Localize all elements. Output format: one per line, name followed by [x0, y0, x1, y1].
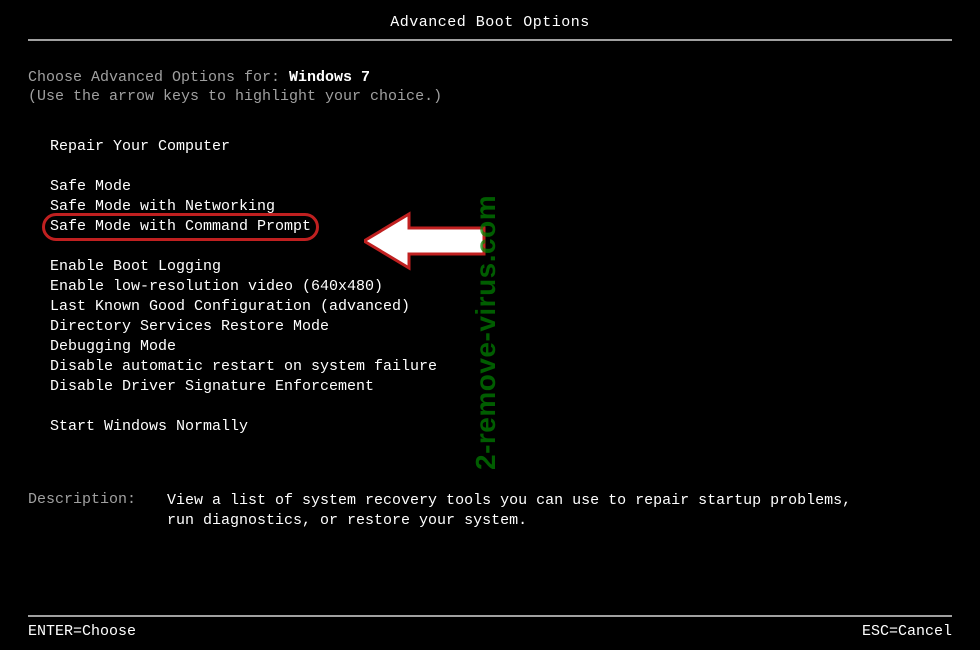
menu-item-start-normally[interactable]: Start Windows Normally: [50, 417, 952, 437]
choose-prefix: Choose Advanced Options for:: [28, 69, 289, 86]
page-title: Advanced Boot Options: [0, 0, 980, 39]
choose-line: Choose Advanced Options for: Windows 7: [28, 69, 952, 86]
menu-item-disable-auto-restart[interactable]: Disable automatic restart on system fail…: [50, 357, 952, 377]
description-block: Description: View a list of system recov…: [0, 463, 980, 531]
footer: ENTER=Choose ESC=Cancel: [0, 615, 980, 650]
menu-item-highlighted-wrap: Safe Mode with Command Prompt: [50, 217, 311, 237]
footer-esc-hint: ESC=Cancel: [862, 623, 952, 640]
menu-item-low-res[interactable]: Enable low-resolution video (640x480): [50, 277, 952, 297]
menu-item-safe-mode-cmd[interactable]: Safe Mode with Command Prompt: [50, 217, 311, 237]
hint-line: (Use the arrow keys to highlight your ch…: [28, 88, 952, 105]
menu-item-safe-mode[interactable]: Safe Mode: [50, 177, 952, 197]
content-area: Choose Advanced Options for: Windows 7 (…: [0, 41, 980, 437]
os-name: Windows 7: [289, 69, 370, 86]
menu-item-repair[interactable]: Repair Your Computer: [50, 137, 952, 157]
description-label: Description:: [28, 491, 158, 508]
menu-item-debugging[interactable]: Debugging Mode: [50, 337, 952, 357]
menu-item-safe-mode-networking[interactable]: Safe Mode with Networking: [50, 197, 952, 217]
menu-item-disable-driver-sig[interactable]: Disable Driver Signature Enforcement: [50, 377, 952, 397]
menu-item-last-known-good[interactable]: Last Known Good Configuration (advanced): [50, 297, 952, 317]
description-text: View a list of system recovery tools you…: [167, 491, 867, 531]
menu-group: Repair Your Computer Safe Mode Safe Mode…: [28, 137, 952, 437]
menu-item-ds-restore[interactable]: Directory Services Restore Mode: [50, 317, 952, 337]
footer-enter-hint: ENTER=Choose: [28, 623, 136, 640]
menu-item-boot-logging[interactable]: Enable Boot Logging: [50, 257, 952, 277]
